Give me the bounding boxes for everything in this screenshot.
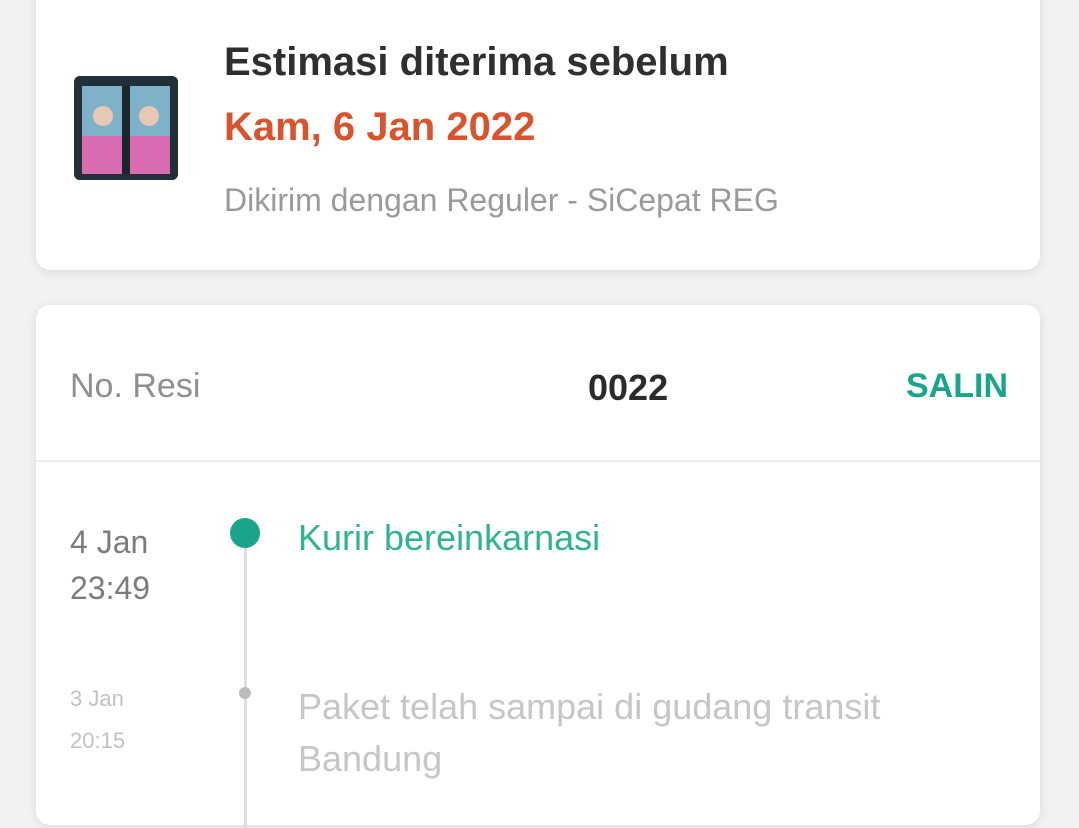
product-thumbnail[interactable] (74, 76, 178, 180)
resi-row: No. Resi 0022 SALIN (36, 305, 1040, 463)
estimate-date: Kam, 6 Jan 2022 (224, 105, 536, 149)
timeline-line (244, 538, 247, 828)
event-date: 4 Jan (70, 524, 149, 560)
copy-resi-button[interactable]: SALIN (906, 367, 1008, 406)
event-date: 3 Jan (70, 686, 124, 711)
tracking-card: No. Resi 0022 SALIN 4 Jan 23:49 Kurir be… (36, 305, 1040, 828)
timeline-dot-active-icon (230, 518, 260, 548)
event-datetime: 3 Jan 20:15 (70, 678, 125, 762)
event-time: 23:49 (70, 570, 151, 606)
timeline-dot-icon (239, 687, 251, 699)
product-image-icon (74, 76, 178, 180)
resi-number: 0022 (588, 367, 669, 408)
event-description: Paket telah sampai di gudang transit Ban… (298, 686, 881, 779)
event-datetime: 4 Jan 23:49 (70, 519, 150, 611)
divider (36, 460, 1040, 462)
event-description: Kurir bereinkarnasi (298, 517, 601, 558)
event-time: 20:15 (70, 728, 126, 753)
resi-label: No. Resi (70, 367, 201, 405)
delivery-estimate-card: Estimasi diterima sebelum Kam, 6 Jan 202… (36, 0, 1040, 270)
courier-info: Dikirim dengan Reguler - SiCepat REG (224, 182, 779, 218)
estimate-title: Estimasi diterima sebelum (224, 40, 729, 84)
